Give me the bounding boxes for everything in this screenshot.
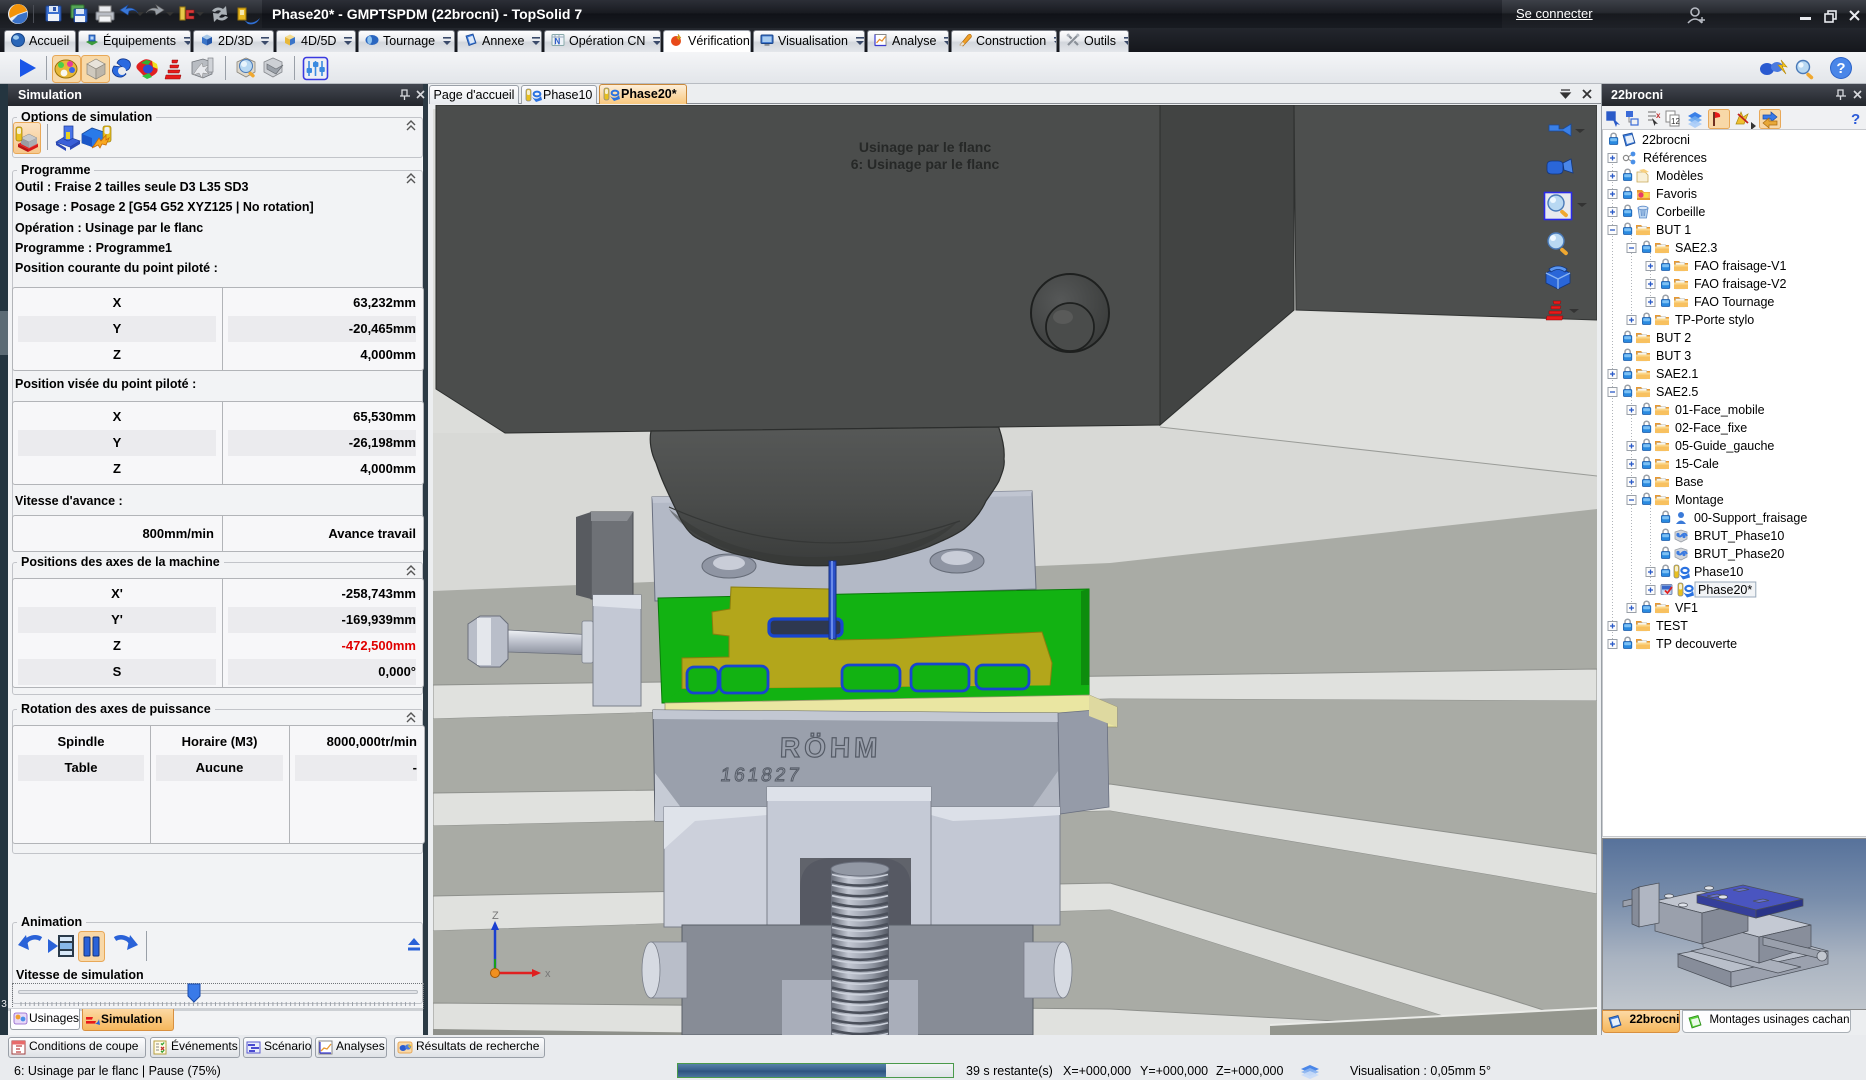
svg-text:TP decouverte: TP decouverte: [1656, 637, 1737, 651]
svg-text:BUT 2: BUT 2: [1656, 331, 1691, 345]
svg-text:SAE2.1: SAE2.1: [1656, 367, 1698, 381]
svg-text:x: x: [545, 968, 551, 980]
svg-text:x: x: [1656, 111, 1661, 120]
svg-text:BUT 1: BUT 1: [1656, 223, 1691, 237]
svg-text:Base: Base: [1675, 475, 1704, 489]
svg-text:TP-Porte stylo: TP-Porte stylo: [1675, 313, 1754, 327]
svg-text:BRUT_Phase10: BRUT_Phase10: [1694, 529, 1784, 543]
svg-text:SAE2.5: SAE2.5: [1656, 385, 1698, 399]
svg-text:6: Usinage par le flanc: 6: Usinage par le flanc: [851, 156, 1000, 172]
svg-text:FAO Tournage: FAO Tournage: [1694, 295, 1774, 309]
svg-text:Montage: Montage: [1675, 493, 1724, 507]
svg-text:Phase10: Phase10: [1694, 565, 1743, 579]
svg-text:12: 12: [1671, 117, 1680, 126]
svg-text:01-Face_mobile: 01-Face_mobile: [1675, 403, 1765, 417]
svg-text:BUT 3: BUT 3: [1656, 349, 1691, 363]
svg-text:Modèles: Modèles: [1656, 169, 1703, 183]
svg-text:15-Cale: 15-Cale: [1675, 457, 1719, 471]
svg-text:Z: Z: [492, 910, 499, 922]
svg-text:TEST: TEST: [1656, 619, 1688, 633]
svg-text:FAO fraisage-V1: FAO fraisage-V1: [1694, 259, 1786, 273]
svg-text:FAO fraisage-V2: FAO fraisage-V2: [1694, 277, 1786, 291]
svg-text:22brocni: 22brocni: [1642, 133, 1690, 147]
svg-text:161827: 161827: [719, 765, 803, 786]
svg-text:Favoris: Favoris: [1656, 187, 1697, 201]
svg-text:00-Support_fraisage: 00-Support_fraisage: [1694, 511, 1807, 525]
svg-text:?: ?: [1851, 111, 1860, 128]
svg-text:02-Face_fixe: 02-Face_fixe: [1675, 421, 1747, 435]
svg-text:05-Guide_gauche: 05-Guide_gauche: [1675, 439, 1774, 453]
svg-text:VF1: VF1: [1675, 601, 1698, 615]
svg-text:Phase20*: Phase20*: [1698, 583, 1752, 597]
svg-text:Corbeille: Corbeille: [1656, 205, 1705, 219]
svg-text:?: ?: [1836, 60, 1845, 77]
svg-text:Références: Références: [1643, 151, 1707, 165]
svg-text:N: N: [555, 37, 561, 46]
svg-text:BRUT_Phase20: BRUT_Phase20: [1694, 547, 1784, 561]
svg-text:SAE2.3: SAE2.3: [1675, 241, 1717, 255]
svg-text:Usinage par le flanc: Usinage par le flanc: [859, 139, 991, 155]
svg-text:RÖHM: RÖHM: [779, 732, 882, 763]
